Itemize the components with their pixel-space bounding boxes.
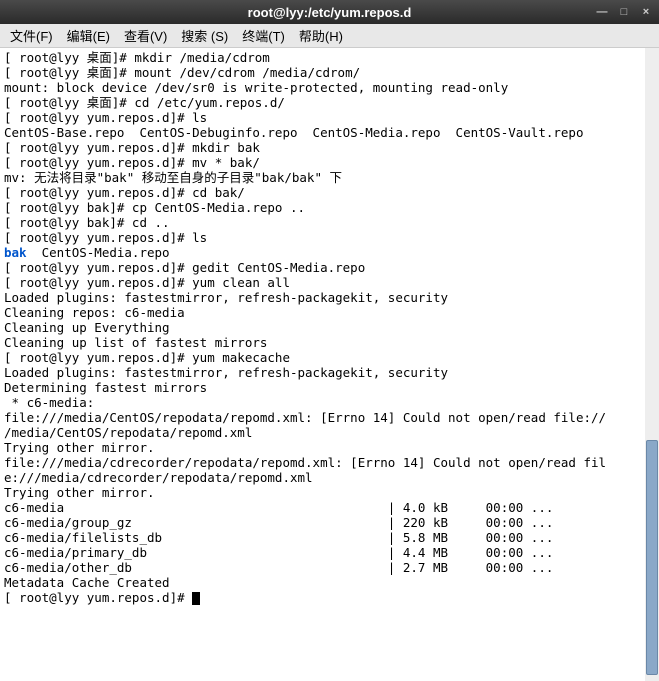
line: e:///media/cdrecorder/repodata/repomd.xm…	[4, 470, 313, 485]
menu-file[interactable]: 文件(F)	[4, 24, 59, 47]
line: c6-media/filelists_db | 5.8 MB 00:00 ...	[4, 530, 553, 545]
line: c6-media | 4.0 kB 00:00 ...	[4, 500, 553, 515]
line: * c6-media:	[4, 395, 94, 410]
line: Loaded plugins: fastestmirror, refresh-p…	[4, 290, 448, 305]
line: [ root@lyy yum.repos.d]# mkdir bak	[4, 140, 260, 155]
close-button[interactable]: ×	[637, 4, 655, 20]
line: c6-media/other_db | 2.7 MB 00:00 ...	[4, 560, 553, 575]
line: [ root@lyy yum.repos.d]# ls	[4, 110, 207, 125]
scroll-track[interactable]	[645, 48, 659, 681]
line: [ root@lyy yum.repos.d]# mv * bak/	[4, 155, 260, 170]
scroll-thumb[interactable]	[646, 440, 658, 674]
line: [ root@lyy yum.repos.d]# gedit CentOS-Me…	[4, 260, 365, 275]
line: [ root@lyy 桌面]# cd /etc/yum.repos.d/	[4, 95, 285, 110]
line: Trying other mirror.	[4, 440, 155, 455]
line: /media/CentOS/repodata/repomd.xml	[4, 425, 252, 440]
line: Determining fastest mirrors	[4, 380, 207, 395]
window-title: root@lyy:/etc/yum.repos.d	[248, 5, 412, 20]
line: Trying other mirror.	[4, 485, 155, 500]
line: file:///media/cdrecorder/repodata/repomd…	[4, 455, 606, 470]
dir-name: bak	[4, 245, 27, 260]
menu-search[interactable]: 搜索 (S)	[175, 24, 234, 47]
terminal-output[interactable]: [ root@lyy 桌面]# mkdir /media/cdrom [ roo…	[0, 48, 645, 681]
cursor	[192, 592, 200, 605]
menu-view[interactable]: 查看(V)	[118, 24, 173, 47]
maximize-button[interactable]: □	[615, 4, 633, 20]
line: [ root@lyy 桌面]# mount /dev/cdrom /media/…	[4, 65, 360, 80]
line: CentOS-Base.repo CentOS-Debuginfo.repo C…	[4, 125, 583, 140]
line: Loaded plugins: fastestmirror, refresh-p…	[4, 365, 448, 380]
scrollbar[interactable]	[645, 48, 659, 681]
line: Cleaning repos: c6-media	[4, 305, 185, 320]
window-controls: — □ ×	[593, 4, 655, 20]
line: Metadata Cache Created	[4, 575, 170, 590]
line: Cleaning up list of fastest mirrors	[4, 335, 267, 350]
menu-help[interactable]: 帮助(H)	[293, 24, 349, 47]
line: [ root@lyy bak]# cd ..	[4, 215, 170, 230]
menu-edit[interactable]: 编辑(E)	[61, 24, 116, 47]
line: [ root@lyy yum.repos.d]# ls	[4, 230, 207, 245]
menu-terminal[interactable]: 终端(T)	[236, 24, 291, 47]
line: [ root@lyy 桌面]# mkdir /media/cdrom	[4, 50, 270, 65]
window-titlebar: root@lyy:/etc/yum.repos.d — □ ×	[0, 0, 659, 24]
line: c6-media/primary_db | 4.4 MB 00:00 ...	[4, 545, 553, 560]
line: [ root@lyy yum.repos.d]# yum clean all	[4, 275, 290, 290]
line: CentOS-Media.repo	[27, 245, 170, 260]
line: mount: block device /dev/sr0 is write-pr…	[4, 80, 508, 95]
line: Cleaning up Everything	[4, 320, 170, 335]
line: [ root@lyy yum.repos.d]# cd bak/	[4, 185, 245, 200]
minimize-button[interactable]: —	[593, 4, 611, 20]
line: file:///media/CentOS/repodata/repomd.xml…	[4, 410, 606, 425]
line: mv: 无法将目录"bak" 移动至自身的子目录"bak/bak" 下	[4, 170, 342, 185]
line: [ root@lyy yum.repos.d]# yum makecache	[4, 350, 290, 365]
line: [ root@lyy bak]# cp CentOS-Media.repo ..	[4, 200, 305, 215]
prompt: [ root@lyy yum.repos.d]#	[4, 590, 192, 605]
content-wrap: [ root@lyy 桌面]# mkdir /media/cdrom [ roo…	[0, 48, 659, 681]
menubar: 文件(F) 编辑(E) 查看(V) 搜索 (S) 终端(T) 帮助(H)	[0, 24, 659, 48]
line: c6-media/group_gz | 220 kB 00:00 ...	[4, 515, 553, 530]
